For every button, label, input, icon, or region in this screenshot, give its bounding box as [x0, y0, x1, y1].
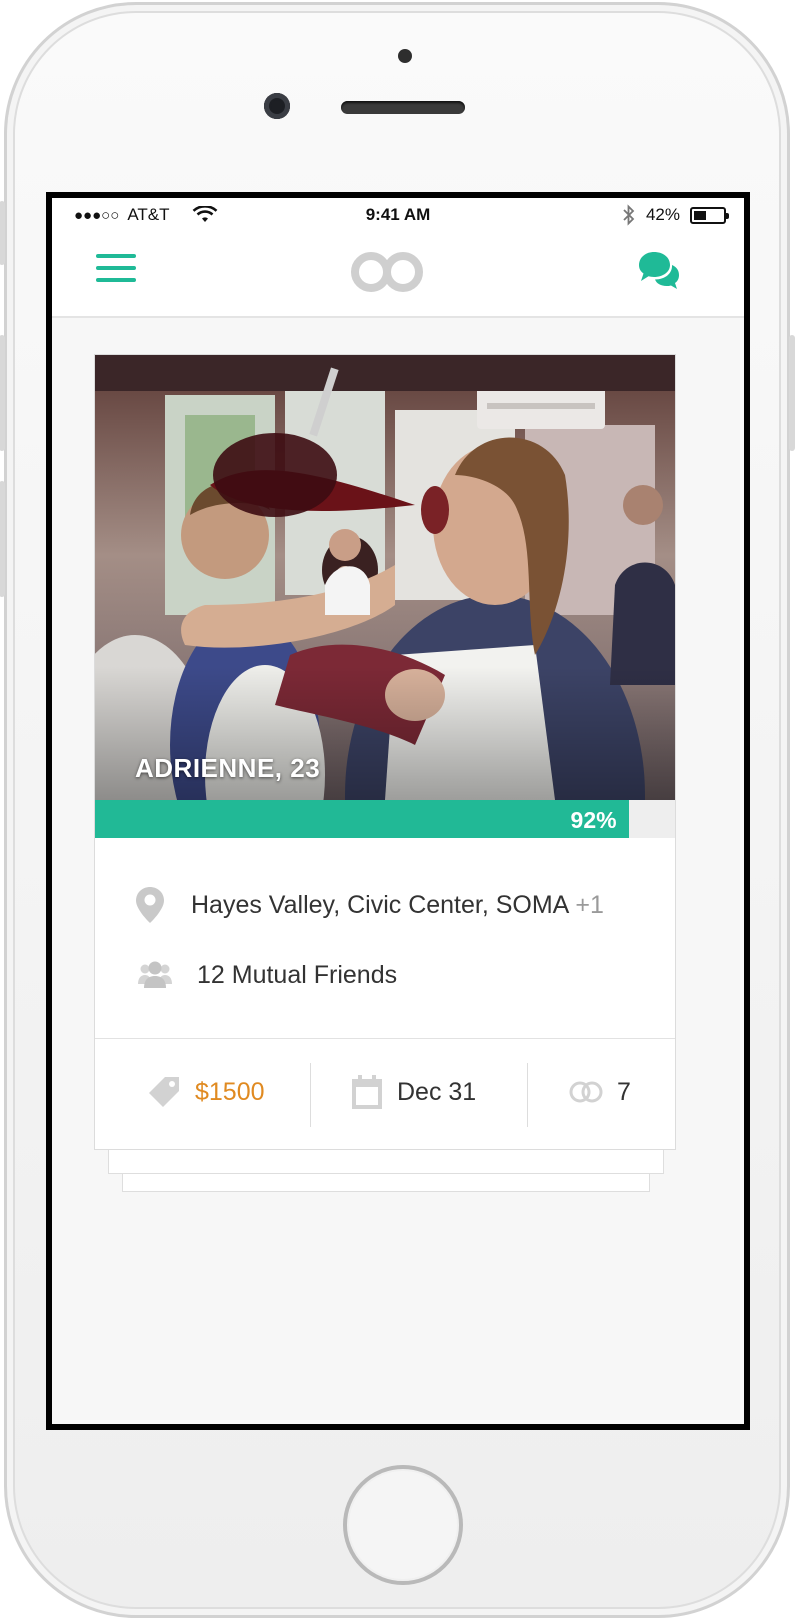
date-text: Dec 31 — [397, 1077, 477, 1106]
price-tag-icon — [149, 1077, 179, 1107]
profile-name-age: ADRIENNE, 23 — [135, 753, 321, 783]
card-divider — [95, 1038, 675, 1039]
profile-photo-image — [95, 355, 675, 800]
date-stat: Dec 31 — [351, 1072, 476, 1112]
location-row: Hayes Valley, Civic Center, SOMA +1 — [95, 885, 675, 925]
volume-up-button — [0, 335, 5, 451]
match-progress-fill: 92% — [95, 800, 629, 838]
nav-bar — [52, 232, 744, 318]
rings-count: 7 — [617, 1077, 631, 1106]
match-progress-bar: 92% — [95, 800, 675, 838]
status-bar: ●●●○○ AT&T 9:41 AM 42% — [52, 198, 744, 232]
earpiece-speaker — [341, 101, 465, 114]
stat-separator — [310, 1063, 311, 1127]
calendar-icon — [352, 1075, 382, 1109]
bluetooth-icon — [623, 204, 635, 226]
volume-down-button — [0, 481, 5, 597]
mute-switch — [0, 201, 5, 265]
app-screen: ●●●○○ AT&T 9:41 AM 42% ADRIENNE, 23 92% … — [46, 192, 750, 1430]
profile-card[interactable]: ADRIENNE, 23 92% Hayes Valley, Civic Cen… — [94, 354, 676, 1150]
price-stat: $1500 — [147, 1072, 265, 1112]
double-ring-logo-icon — [351, 252, 423, 292]
battery-icon — [690, 206, 729, 224]
stat-separator — [527, 1063, 528, 1127]
battery-percent: 42% — [645, 205, 680, 224]
location-extra-count[interactable]: +1 — [575, 891, 604, 920]
group-people-icon — [138, 961, 172, 988]
mutual-friends-row: 12 Mutual Friends — [95, 955, 675, 995]
rings-icon — [569, 1081, 603, 1103]
home-button[interactable] — [343, 1465, 463, 1585]
proximity-sensor — [398, 49, 412, 63]
front-camera — [264, 93, 290, 119]
mutual-friends-text[interactable]: 12 Mutual Friends — [197, 961, 397, 990]
profile-photo: ADRIENNE, 23 — [95, 355, 675, 800]
chat-bubbles-icon[interactable] — [638, 250, 680, 292]
rings-stat: 7 — [569, 1072, 631, 1112]
hamburger-menu-icon[interactable] — [96, 254, 136, 288]
location-text: Hayes Valley, Civic Center, SOMA — [191, 890, 570, 919]
power-button — [789, 335, 795, 451]
battery-level — [694, 210, 706, 220]
price-text: $1500 — [195, 1077, 265, 1106]
location-pin-icon — [136, 887, 164, 923]
match-percent-label: 92% — [570, 807, 617, 833]
